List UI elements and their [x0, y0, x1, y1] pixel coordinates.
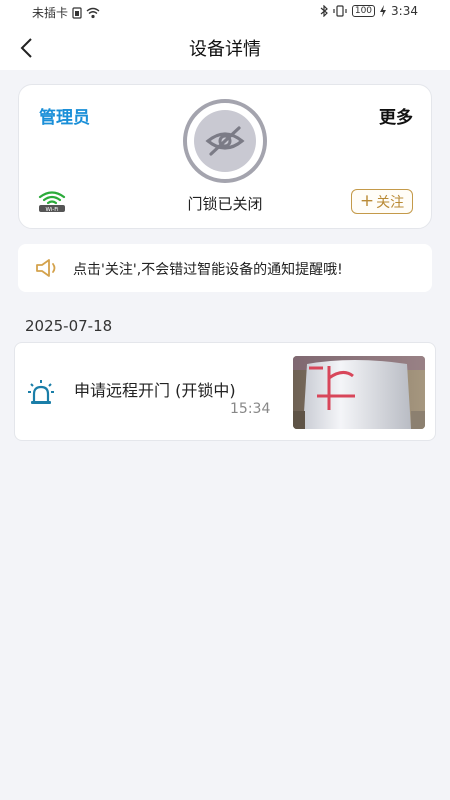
follow-label: 关注 — [376, 194, 405, 211]
event-title: 申请远程开门 (开锁中) — [74, 381, 236, 400]
plus-icon: + — [359, 191, 375, 211]
wifi-status-icon — [86, 7, 100, 18]
event-item[interactable]: 申请远程开门 (开锁中) 15:34 — [14, 342, 436, 441]
admin-role-label: 管理员 — [39, 108, 90, 128]
status-left: 未插卡 — [32, 4, 100, 21]
carrier-text: 未插卡 — [32, 6, 69, 20]
speaker-icon — [36, 259, 56, 277]
page-title: 设备详情 — [189, 39, 261, 60]
bluetooth-icon — [320, 5, 328, 17]
status-bar: 未插卡 100 3:34 — [0, 0, 450, 24]
device-card: 管理员 更多 Wi-Fi 门锁已关闭 + 关注 — [18, 84, 432, 229]
event-snapshot-image[interactable] — [293, 356, 425, 429]
notice-text: 点击'关注',不会错过智能设备的通知提醒哦! — [73, 262, 343, 278]
status-right: 100 3:34 — [320, 4, 418, 18]
notice-card: 点击'关注',不会错过智能设备的通知提醒哦! — [18, 244, 432, 292]
battery-indicator: 100 — [351, 5, 376, 17]
event-date: 2025-07-18 — [25, 317, 113, 335]
follow-button[interactable]: + 关注 — [351, 189, 413, 214]
status-time: 3:34 — [391, 4, 418, 18]
event-time: 15:34 — [230, 401, 271, 417]
sim-icon — [72, 6, 82, 19]
lock-closed-icon — [183, 99, 267, 183]
vibrate-icon — [333, 5, 347, 17]
charging-icon — [380, 5, 387, 17]
more-button[interactable]: 更多 — [379, 103, 413, 128]
alarm-icon — [28, 380, 54, 404]
header: 设备详情 — [0, 24, 450, 70]
